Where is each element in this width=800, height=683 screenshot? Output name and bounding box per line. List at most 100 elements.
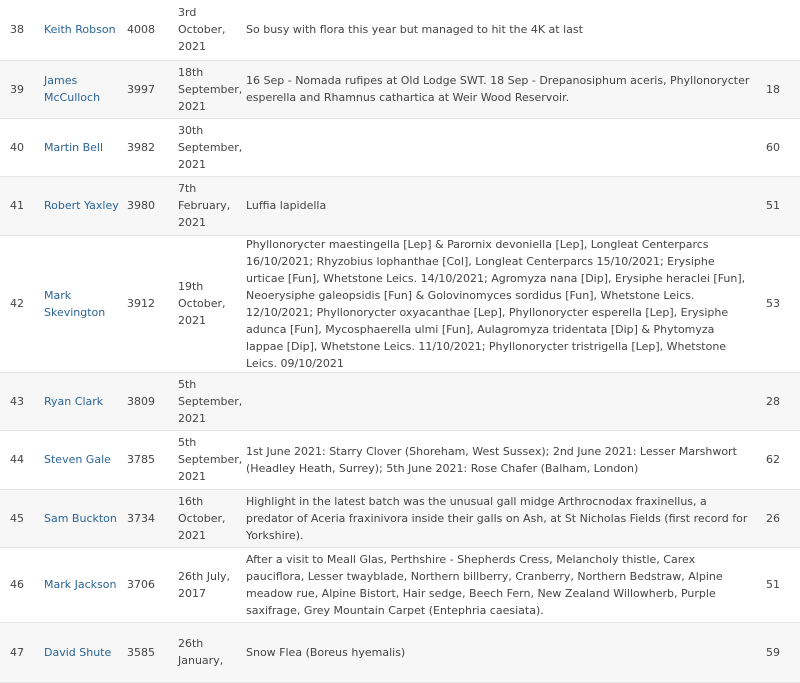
count-column: 28 — [760, 372, 800, 431]
rank-cell: 40 — [10, 140, 24, 154]
total-column: 3809 — [124, 372, 176, 431]
member-name-link[interactable]: Mark Jackson — [44, 578, 116, 591]
note-column: After a visit to Meall Glas, Perthshire … — [246, 547, 760, 623]
rank-cell: 39 — [10, 82, 24, 96]
total-column: 3912 — [124, 235, 176, 373]
total-column: 3785 — [124, 430, 176, 490]
count-cell: 26 — [766, 511, 780, 525]
species-total-cell: 3785 — [127, 453, 155, 466]
total-column: 3706 — [124, 547, 176, 623]
date-column: 18th September, 2021 — [176, 60, 246, 119]
member-name-link[interactable]: Keith Robson — [44, 23, 116, 36]
name-column: Robert Yaxley — [38, 176, 124, 236]
name-column: Martin Bell — [38, 118, 124, 177]
note-column: Luffia lapidella — [246, 176, 760, 236]
species-total-cell: 3734 — [127, 511, 155, 525]
rank-column: 45 — [0, 489, 38, 548]
rank-cell: 42 — [10, 297, 24, 310]
rank-cell: 44 — [10, 453, 24, 466]
date-column: 5th September, 2021 — [176, 430, 246, 490]
date-cell: 5th September, 2021 — [178, 436, 243, 483]
note-cell: Phyllonorycter maestingella [Lep] & Paro… — [246, 237, 746, 370]
count-column: 18 — [760, 60, 800, 119]
member-name-link[interactable]: Mark Skevington — [44, 289, 105, 319]
total-column: 3585 — [124, 622, 176, 683]
date-column: 3rd October, 2021 — [176, 0, 246, 61]
count-column: 51 — [760, 176, 800, 236]
total-column: 3734 — [124, 489, 176, 548]
leaderboard-body: 38 Keith Robson 4008 3rd October, 2021 So bu… — [0, 0, 800, 683]
note-cell: After a visit to Meall Glas, Perthshire … — [246, 552, 723, 617]
species-total-cell: 3912 — [127, 297, 155, 310]
species-total-cell: 3997 — [127, 82, 155, 96]
count-column: 60 — [760, 118, 800, 177]
count-column: 26 — [760, 489, 800, 548]
rank-column: 46 — [0, 547, 38, 623]
species-total-cell: 3980 — [127, 199, 155, 212]
rank-cell: 46 — [10, 578, 24, 591]
date-cell: 5th September, 2021 — [178, 377, 243, 425]
rank-column: 40 — [0, 118, 38, 177]
name-column: Sam Buckton — [38, 489, 124, 548]
rank-column: 44 — [0, 430, 38, 490]
date-cell: 30th September, 2021 — [178, 123, 243, 171]
count-cell: 59 — [766, 645, 780, 659]
note-column: So busy with flora this year but managed… — [246, 0, 760, 61]
total-column: 3997 — [124, 60, 176, 119]
name-column: Keith Robson — [38, 0, 124, 61]
count-cell: 18 — [766, 82, 780, 96]
date-column: 7th February, 2021 — [176, 176, 246, 236]
rank-cell: 41 — [10, 199, 24, 212]
name-column: Steven Gale — [38, 430, 124, 490]
count-column — [760, 0, 800, 61]
member-name-link[interactable]: Sam Buckton — [44, 512, 117, 525]
date-cell: 18th September, 2021 — [178, 65, 243, 113]
name-column: David Shute — [38, 622, 124, 683]
species-total-cell: 3585 — [127, 645, 155, 659]
member-name-link[interactable]: David Shute — [44, 646, 111, 659]
rank-column: 47 — [0, 622, 38, 683]
note-cell: Luffia lapidella — [246, 199, 327, 212]
leaderboard-table: 38 Keith Robson 4008 3rd October, 2021 So bu… — [0, 0, 800, 683]
name-column: James McCulloch — [38, 60, 124, 119]
species-total-cell: 3706 — [127, 578, 155, 591]
date-column: 19th October, 2021 — [176, 235, 246, 373]
count-cell: 51 — [766, 199, 780, 212]
count-cell: 60 — [766, 140, 780, 154]
note-cell: So busy with flora this year but managed… — [246, 23, 583, 37]
member-name-link[interactable]: Robert Yaxley — [44, 199, 119, 212]
date-column: 30th September, 2021 — [176, 118, 246, 177]
count-cell: 62 — [766, 453, 780, 466]
date-cell: 3rd October, 2021 — [178, 6, 226, 54]
member-name-link[interactable]: Steven Gale — [44, 453, 111, 466]
rank-cell: 38 — [10, 23, 24, 37]
total-column: 3980 — [124, 176, 176, 236]
name-column: Mark Skevington — [38, 235, 124, 373]
species-total-cell: 4008 — [127, 23, 155, 37]
member-name-link[interactable]: Ryan Clark — [44, 395, 103, 408]
note-column: Highlight in the latest batch was the un… — [246, 489, 760, 548]
table-row: 46 Mark Jackson 3706 26th July, 2017 After a… — [0, 547, 800, 623]
count-column: 59 — [760, 622, 800, 683]
date-cell: 26th July, 2017 — [178, 569, 231, 600]
rank-column: 42 — [0, 235, 38, 373]
count-cell: 51 — [766, 578, 780, 591]
rank-column: 39 — [0, 60, 38, 119]
date-cell: 26th January, — [178, 637, 224, 667]
member-name-link[interactable]: Martin Bell — [44, 141, 103, 154]
table-row: 39 James McCulloch 3997 18th September, 202… — [0, 60, 800, 119]
note-cell: Snow Flea (Boreus hyemalis) — [246, 645, 406, 659]
table-row: 41 Robert Yaxley 3980 7th February, 2021 Luf… — [0, 176, 800, 236]
total-column: 4008 — [124, 0, 176, 61]
count-column: 51 — [760, 547, 800, 623]
note-column: Phyllonorycter maestingella [Lep] & Paro… — [246, 235, 760, 373]
member-name-link[interactable]: James McCulloch — [44, 74, 100, 104]
note-column — [246, 372, 760, 431]
count-column: 62 — [760, 430, 800, 490]
count-cell: 28 — [766, 394, 780, 408]
rank-column: 43 — [0, 372, 38, 431]
note-cell: Highlight in the latest batch was the un… — [246, 494, 748, 542]
date-cell: 19th October, 2021 — [178, 280, 226, 327]
rank-column: 38 — [0, 0, 38, 61]
date-column: 5th September, 2021 — [176, 372, 246, 431]
